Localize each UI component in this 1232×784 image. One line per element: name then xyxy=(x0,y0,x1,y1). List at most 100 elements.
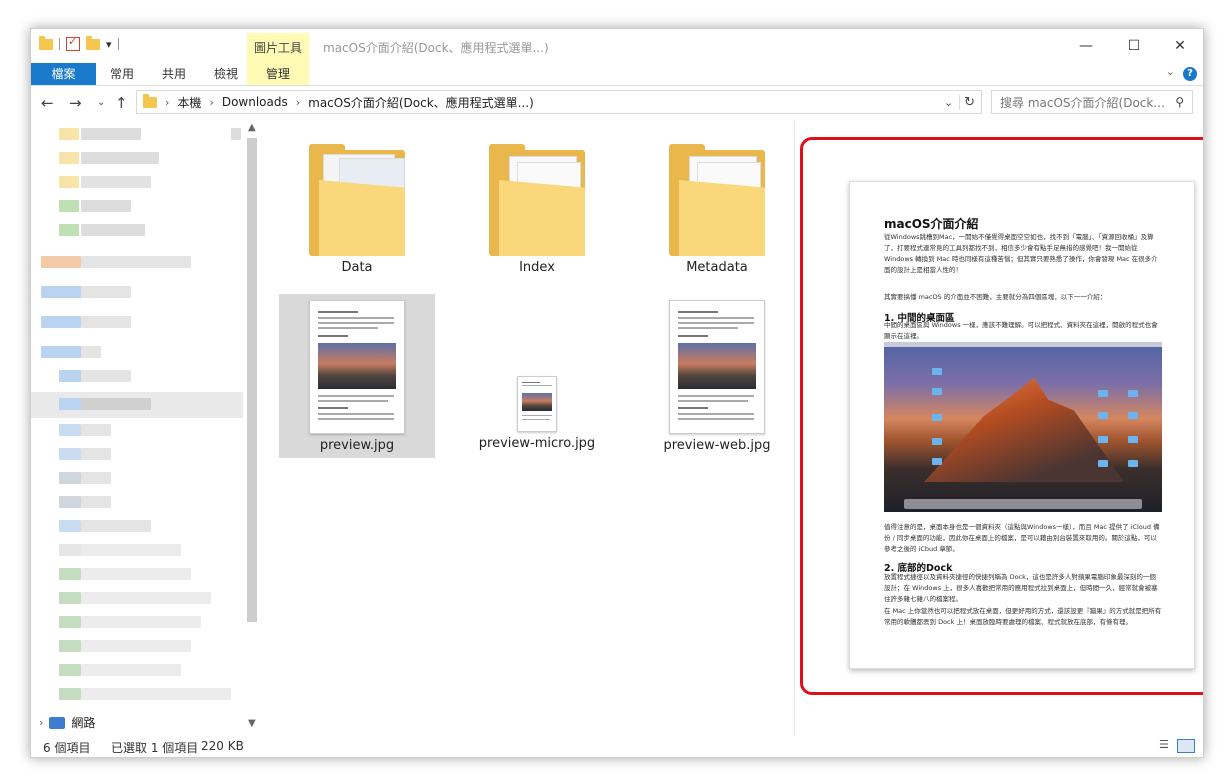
ribbon-tabs: 檔案 常用 共用 檢視 管理 ⌄ ? xyxy=(31,63,1203,86)
maximize-button[interactable]: ☐ xyxy=(1111,35,1157,57)
properties-icon[interactable] xyxy=(66,35,80,51)
image-thumbnail xyxy=(517,376,557,432)
nav-scrollbar[interactable] xyxy=(245,120,259,622)
breadcrumb-downloads[interactable]: Downloads xyxy=(222,95,288,109)
nav-item-label xyxy=(81,176,151,188)
picture-tools-context-tab: 圖片工具 xyxy=(247,33,309,63)
item-label: preview-web.jpg xyxy=(663,438,771,453)
large-icons-view-icon[interactable] xyxy=(1177,739,1195,753)
chevron-down-icon[interactable]: ⌄ xyxy=(1166,65,1175,78)
nav-item-label xyxy=(81,496,111,508)
nav-item-label xyxy=(81,316,131,328)
folder-item-index[interactable]: Index xyxy=(459,144,615,275)
nav-item-label xyxy=(81,664,181,676)
nav-item[interactable] xyxy=(59,448,81,460)
nav-item-pin xyxy=(231,128,241,140)
breadcrumb-this-pc[interactable]: 本機 xyxy=(177,94,201,111)
up-arrow-icon[interactable]: ↑ xyxy=(115,94,128,112)
address-dropdown-icon[interactable]: ⌄ xyxy=(944,96,953,109)
file-item-preview-web-jpg[interactable]: preview-web.jpg xyxy=(639,294,795,458)
nav-item-label xyxy=(81,688,231,700)
nav-item[interactable] xyxy=(59,176,79,188)
new-folder-icon[interactable] xyxy=(86,35,100,50)
item-label: Metadata xyxy=(686,260,748,275)
forward-arrow-icon[interactable]: → xyxy=(69,94,82,112)
nav-item[interactable] xyxy=(59,152,79,164)
item-label: preview.jpg xyxy=(319,438,395,453)
search-icon[interactable]: ⚲ xyxy=(1175,95,1184,109)
folder-item-metadata[interactable]: Metadata xyxy=(639,144,795,275)
nav-item[interactable] xyxy=(41,316,81,328)
nav-item-label xyxy=(81,346,101,358)
tab-file[interactable]: 檔案 xyxy=(31,63,96,85)
nav-item-label xyxy=(81,286,131,298)
nav-item[interactable] xyxy=(59,224,79,236)
tab-home[interactable]: 常用 xyxy=(96,63,148,85)
nav-item[interactable] xyxy=(59,568,81,580)
image-thumbnail xyxy=(669,300,765,434)
nav-item[interactable] xyxy=(41,286,81,298)
chevron-right-icon[interactable]: › xyxy=(39,716,43,729)
refresh-icon[interactable]: ↻ xyxy=(959,94,975,110)
nav-item-label xyxy=(81,568,191,580)
sidebar-item-label: 網路 xyxy=(71,716,96,730)
details-view-icon[interactable]: ☰ xyxy=(1159,739,1175,751)
nav-item[interactable] xyxy=(59,370,81,382)
nav-item[interactable] xyxy=(59,688,81,700)
nav-item[interactable] xyxy=(59,200,79,212)
recent-locations-chevron-icon[interactable]: ⌄ xyxy=(97,97,105,108)
folder-item-data[interactable]: Data xyxy=(279,144,435,275)
nav-scrollbar-thumb[interactable] xyxy=(247,138,257,622)
doc-paragraph: 其實要搞懂 macOS 的介面並不困難，主要就分為四個區塊，以下一一介紹： xyxy=(884,293,1107,301)
nav-item[interactable] xyxy=(59,520,81,532)
help-icon[interactable]: ? xyxy=(1183,67,1197,81)
item-label: preview-micro.jpg xyxy=(478,436,596,451)
sidebar-item-network[interactable]: › 網路 xyxy=(39,714,95,731)
nav-item[interactable] xyxy=(41,256,81,268)
chevron-right-icon: › xyxy=(165,95,170,109)
file-list: Data Index Metadata preview.jpg preview-… xyxy=(263,120,823,736)
customize-qat-dropdown-icon[interactable]: ▾ xyxy=(106,38,112,51)
address-bar[interactable]: › 本機 › Downloads › macOS介面介紹(Dock、應用程式選單… xyxy=(136,90,982,114)
doc-paragraph: 中間的桌面區與 Windows 一樣，應該不難理解。可以把程式、資料夾在這裡，開… xyxy=(884,321,1158,340)
folder-icon xyxy=(669,144,765,256)
search-input[interactable]: 搜尋 macOS介面介紹(Dock... xyxy=(1000,94,1175,111)
nav-item[interactable] xyxy=(59,472,81,484)
close-button[interactable]: ✕ xyxy=(1157,35,1203,57)
minimize-button[interactable]: — xyxy=(1063,35,1109,57)
folder-icon xyxy=(309,144,405,256)
doc-paragraph: 在 Mac 上你當然也可以把程式放在桌面，但更好用的方式，還該設更『蹦果』的方式… xyxy=(884,607,1162,626)
folder-icon[interactable] xyxy=(39,35,53,50)
nav-item[interactable] xyxy=(59,664,81,676)
nav-item-icon xyxy=(59,398,81,410)
title-bar: ▾ 圖片工具 macOS介面介紹(Dock、應用程式選單...) — ☐ ✕ xyxy=(31,29,1203,63)
nav-item[interactable] xyxy=(59,544,81,556)
chevron-right-icon: › xyxy=(209,95,214,109)
nav-item[interactable] xyxy=(59,128,79,140)
item-label: Index xyxy=(519,260,555,275)
scroll-down-arrow-icon[interactable]: ▼ xyxy=(248,718,256,729)
nav-item-label xyxy=(81,448,111,460)
file-item-preview-micro-jpg[interactable]: preview-micro.jpg xyxy=(459,294,615,458)
selection-count: 已選取 1 個項目 xyxy=(111,741,199,755)
tab-share[interactable]: 共用 xyxy=(148,63,200,85)
folder-icon xyxy=(143,93,157,108)
nav-item-label xyxy=(81,592,211,604)
breadcrumb-current-folder[interactable]: macOS介面介紹(Dock、應用程式選單...) xyxy=(308,94,534,111)
quick-access-toolbar: ▾ xyxy=(39,35,119,51)
tab-view[interactable]: 檢視 xyxy=(200,63,252,85)
nav-item[interactable] xyxy=(59,424,81,436)
nav-item[interactable] xyxy=(59,496,81,508)
nav-item-label xyxy=(81,398,151,410)
search-box[interactable]: 搜尋 macOS介面介紹(Dock... ⚲ xyxy=(991,90,1193,114)
nav-item[interactable] xyxy=(59,616,81,628)
nav-item-label xyxy=(81,256,191,268)
doc-paragraph: 值得注意的是，桌面本身也是一個資料夾（這點與Windows一樣），而且 Mac … xyxy=(884,523,1160,553)
nav-item[interactable] xyxy=(59,592,81,604)
tab-manage[interactable]: 管理 xyxy=(247,63,309,85)
nav-item[interactable] xyxy=(41,346,81,358)
back-arrow-icon[interactable]: ← xyxy=(41,94,54,112)
preview-document-page: macOS介面介紹 從Windows跳槽到Mac，一開始不僅覺得桌面空空如也，找… xyxy=(849,181,1195,669)
nav-item[interactable] xyxy=(59,640,81,652)
file-item-preview-jpg[interactable]: preview.jpg xyxy=(279,294,435,458)
